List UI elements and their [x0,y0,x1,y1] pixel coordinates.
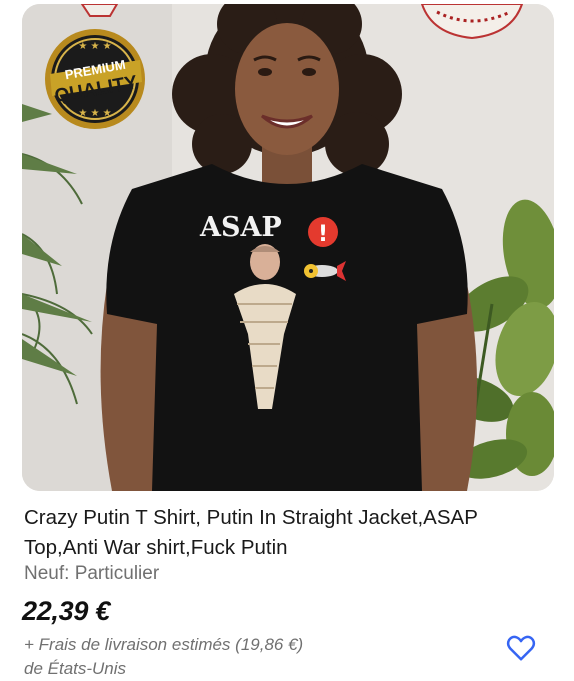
model-face [235,23,339,155]
listing-card[interactable]: ASAP ! PREMIUM QUALITY ★ ★ ★ ★ ★ ★ Crazy… [0,0,574,680]
price: 22,39 € [22,596,110,626]
svg-text:!: ! [318,222,328,247]
exclamation-icon: ! [308,217,338,247]
shirt-print-text: ASAP [199,212,282,243]
t-shirt [106,164,468,491]
watchlist-heart-icon[interactable] [506,634,536,662]
shipping-origin: de États-Unis [24,659,127,678]
condition-label: Neuf: Particulier [24,563,160,584]
product-image[interactable]: ASAP ! PREMIUM QUALITY ★ ★ ★ ★ ★ ★ [22,4,554,491]
listing-title[interactable]: Crazy Putin T Shirt, Putin In Straight J… [24,503,544,563]
svg-text:★ ★ ★: ★ ★ ★ [78,41,111,52]
shipping-info: + Frais de livraison estimés (19,86 €) d… [24,633,303,681]
shipping-cost: + Frais de livraison estimés (19,86 €) [24,635,304,654]
svg-text:★ ★ ★: ★ ★ ★ [78,108,111,119]
premium-quality-badge: PREMIUM QUALITY ★ ★ ★ ★ ★ ★ [45,29,145,129]
